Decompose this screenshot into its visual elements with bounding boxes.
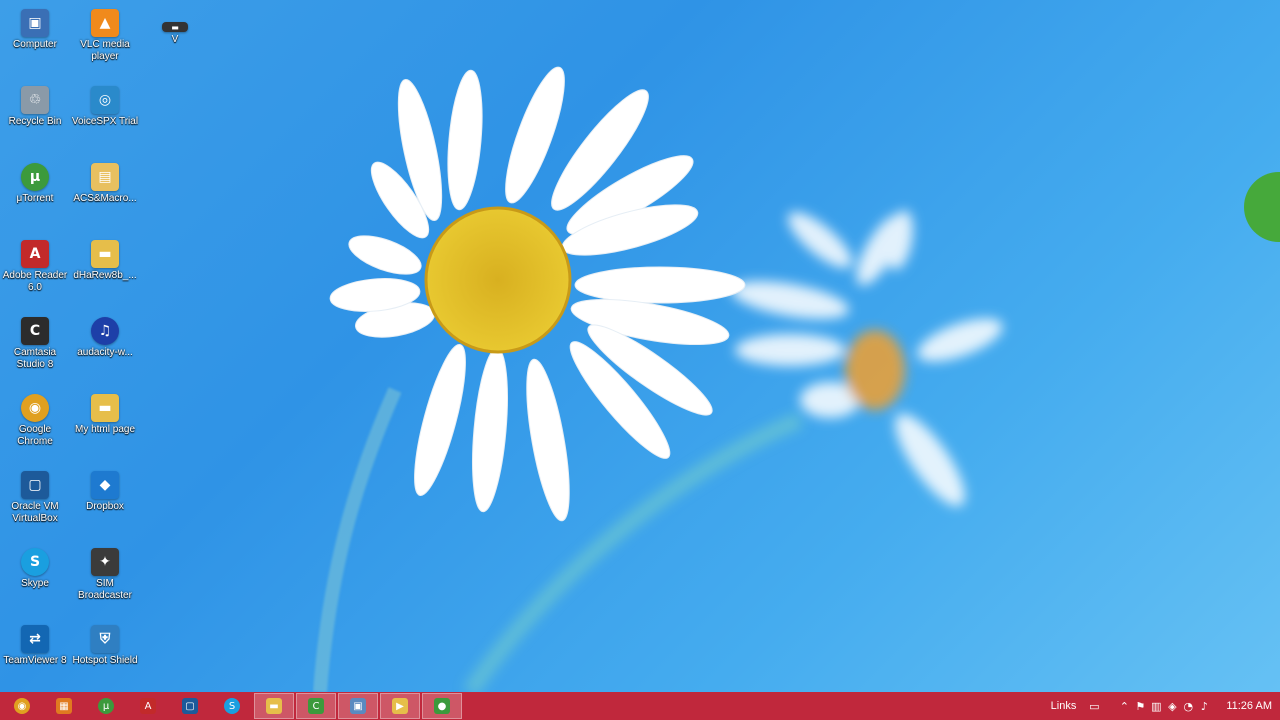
desktop-icon-adobe-reader[interactable]: A Adobe Reader 6.0 xyxy=(0,237,70,309)
desktop-icon-label: Adobe Reader 6.0 xyxy=(2,270,68,293)
explorer-icon: ▬ xyxy=(266,698,282,714)
desktop-icon-label: Camtasia Studio 8 xyxy=(13,347,57,370)
desktop-icon-label: μTorrent xyxy=(16,193,54,204)
flag-icon[interactable]: ⚑ xyxy=(1132,700,1148,713)
desktop-icon-label: audacity-w... xyxy=(77,347,133,358)
desktop-icon-recycle-bin[interactable]: ♲ Recycle Bin xyxy=(0,83,70,155)
audacity-icon: ♫ xyxy=(91,317,119,345)
taskbar-skype-button[interactable]: S xyxy=(212,693,252,719)
wifi-icon[interactable]: ◔ xyxy=(1180,700,1196,713)
desktop-icon-hotspot-shield[interactable]: ⛨ Hotspot Shield xyxy=(70,622,140,694)
clock[interactable]: 11:26 AM xyxy=(1226,700,1272,712)
recycle-bin-icon: ♲ xyxy=(21,86,49,114)
desktop-icon-chrome[interactable]: ◉ Google Chrome xyxy=(0,391,70,463)
broadcaster-icon: ✦ xyxy=(91,548,119,576)
taskbar: ◉ ▦ µ A ▢ S ▬ C ▣ ▶ ● Links ▭ ⌃ ⚑ ▥ ◈ ◔ … xyxy=(0,692,1280,720)
taskbar-chrome-button[interactable]: ◉ xyxy=(2,693,42,719)
taskbar-adobe-reader-button[interactable]: A xyxy=(128,693,168,719)
virtualbox-icon: ▢ xyxy=(182,698,198,714)
teamviewer-icon: ⇄ xyxy=(21,625,49,653)
desktop-icon-my-html-page[interactable]: ▬ My html page xyxy=(70,391,140,463)
vlc-icon: ▲ xyxy=(91,9,119,37)
taskbar-utorrent-button[interactable]: µ xyxy=(86,693,126,719)
desktop-icon-folder-dharew[interactable]: ▬ dHaRew8b_... xyxy=(70,237,140,309)
desktop-icon-label: Dropbox xyxy=(86,501,124,512)
folder-icon: ▬ xyxy=(91,240,119,268)
desktop-icon-utorrent[interactable]: µ μTorrent xyxy=(0,160,70,232)
file-manager-icon: ▦ xyxy=(56,698,72,714)
desktop-icon-computer[interactable]: ▣ Computer xyxy=(0,6,70,78)
taskbar-window-button[interactable]: ▣ xyxy=(338,693,378,719)
desktop-icon-label: Oracle VM VirtualBox xyxy=(11,501,59,524)
dropbox-icon: ◆ xyxy=(91,471,119,499)
chrome-icon: ◉ xyxy=(21,394,49,422)
keyboard-icon[interactable]: ▭ xyxy=(1086,700,1102,713)
desktop-icon-label: VLC media player xyxy=(80,39,130,62)
system-tray: Links ▭ ⌃ ⚑ ▥ ◈ ◔ ♪ 11:26 AM xyxy=(1041,692,1280,720)
desktop-icon-drive-v[interactable]: ▬ V xyxy=(140,6,210,78)
skype-icon: S xyxy=(21,548,49,576)
desktop-wallpaper xyxy=(0,0,1280,692)
desktop-icon-label: V xyxy=(171,34,179,45)
folder-icon: ▬ xyxy=(91,394,119,422)
desktop-icon-skype[interactable]: S Skype xyxy=(0,545,70,617)
desktop-icon-label: Computer xyxy=(13,39,57,50)
desktop-icon-label: My html page xyxy=(74,424,136,435)
desktop-icon-label: Google Chrome xyxy=(17,424,53,447)
document-icon: ▤ xyxy=(91,163,119,191)
desktop-icon-label: VoiceSPX Trial xyxy=(71,116,139,127)
taskbar-explorer-button[interactable]: ▬ xyxy=(254,693,294,719)
shield-icon[interactable]: ◈ xyxy=(1164,700,1180,713)
camtasia-icon: C xyxy=(308,698,324,714)
utorrent-icon: µ xyxy=(98,698,114,714)
drive-icon: ▬ xyxy=(162,22,188,32)
desktop-icon-sim-broadcaster[interactable]: ✦ SIM Broadcaster xyxy=(70,545,140,617)
desktop-icon-voicespx[interactable]: ◎ VoiceSPX Trial xyxy=(70,83,140,155)
hotspot-shield-icon: ⛨ xyxy=(91,625,119,653)
utorrent-icon: µ xyxy=(21,163,49,191)
virtualbox-icon: ▢ xyxy=(21,471,49,499)
desktop-icon-label: Skype xyxy=(21,578,49,589)
desktop-icon-audacity[interactable]: ♫ audacity-w... xyxy=(70,314,140,386)
computer-icon: ▣ xyxy=(21,9,49,37)
taskbar-virtualbox-button[interactable]: ▢ xyxy=(170,693,210,719)
chevron-up-icon[interactable]: ⌃ xyxy=(1116,700,1132,713)
desktop-icon-label: SIM Broadcaster xyxy=(78,578,132,601)
desktop-icon-label: Recycle Bin xyxy=(8,116,62,127)
adobe-reader-icon: A xyxy=(140,698,156,714)
network-icon[interactable]: ▥ xyxy=(1148,700,1164,713)
desktop-icon-label: Hotspot Shield xyxy=(72,655,138,666)
camtasia-icon: C xyxy=(21,317,49,345)
desktop-icon-virtualbox[interactable]: ▢ Oracle VM VirtualBox xyxy=(0,468,70,540)
taskbar-recorder-button[interactable]: ● xyxy=(422,693,462,719)
desktop-icon-acs-macro[interactable]: ▤ ACS&Macro... xyxy=(70,160,140,232)
volume-icon[interactable]: ♪ xyxy=(1196,700,1212,713)
desktop-icon-dropbox[interactable]: ◆ Dropbox xyxy=(70,468,140,540)
links-toolbar[interactable]: Links xyxy=(1051,700,1077,712)
taskbar-player-button[interactable]: ▶ xyxy=(380,693,420,719)
player-icon: ▶ xyxy=(392,698,408,714)
window-icon: ▣ xyxy=(350,698,366,714)
desktop-icon-vlc[interactable]: ▲ VLC media player xyxy=(70,6,140,78)
desktop-icon-teamviewer[interactable]: ⇄ TeamViewer 8 xyxy=(0,622,70,694)
desktop-icon-camtasia[interactable]: C Camtasia Studio 8 xyxy=(0,314,70,386)
desktop-icon-label: ACS&Macro... xyxy=(73,193,137,204)
voicespx-icon: ◎ xyxy=(91,86,119,114)
skype-icon: S xyxy=(224,698,240,714)
chrome-icon: ◉ xyxy=(14,698,30,714)
desktop-icon-label: dHaRew8b_... xyxy=(73,270,137,281)
adobe-reader-icon: A xyxy=(21,240,49,268)
taskbar-file-manager-button[interactable]: ▦ xyxy=(44,693,84,719)
recorder-icon: ● xyxy=(434,698,450,714)
desktop-icon-label: TeamViewer 8 xyxy=(3,655,67,666)
taskbar-camtasia-button[interactable]: C xyxy=(296,693,336,719)
